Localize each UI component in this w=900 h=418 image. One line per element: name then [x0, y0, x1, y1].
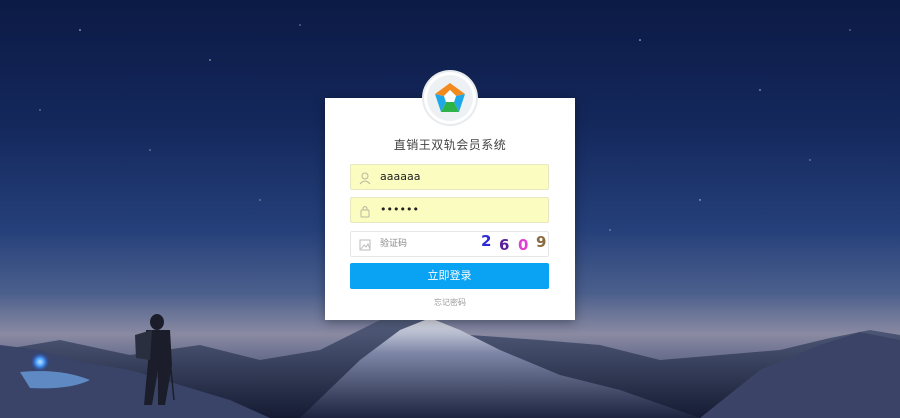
user-icon	[358, 170, 372, 185]
captcha-digit: 9	[536, 233, 547, 251]
captcha-field[interactable]: 验证码 2 6 0 9	[350, 231, 549, 257]
captcha-placeholder: 验证码	[380, 239, 408, 249]
app-logo	[424, 72, 476, 124]
captcha-digit: 0	[518, 236, 529, 254]
password-value: ••••••	[380, 203, 419, 216]
logo-badge	[427, 75, 473, 121]
forgot-password-link[interactable]: 忘记密码	[325, 297, 575, 308]
captcha-image[interactable]: 2 6 0 9	[477, 232, 549, 256]
captcha-digit: 6	[499, 236, 510, 254]
username-field[interactable]: aaaaaa	[350, 164, 549, 190]
lock-icon	[358, 203, 372, 218]
app-title: 直销王双轨会员系统	[393, 138, 507, 152]
pentagon-logo-icon	[435, 83, 465, 112]
image-icon	[358, 237, 372, 251]
captcha-digit: 2	[481, 232, 492, 250]
login-button[interactable]: 立即登录	[350, 263, 549, 289]
username-value: aaaaaa	[380, 170, 421, 183]
password-field[interactable]: ••••••	[350, 197, 549, 223]
